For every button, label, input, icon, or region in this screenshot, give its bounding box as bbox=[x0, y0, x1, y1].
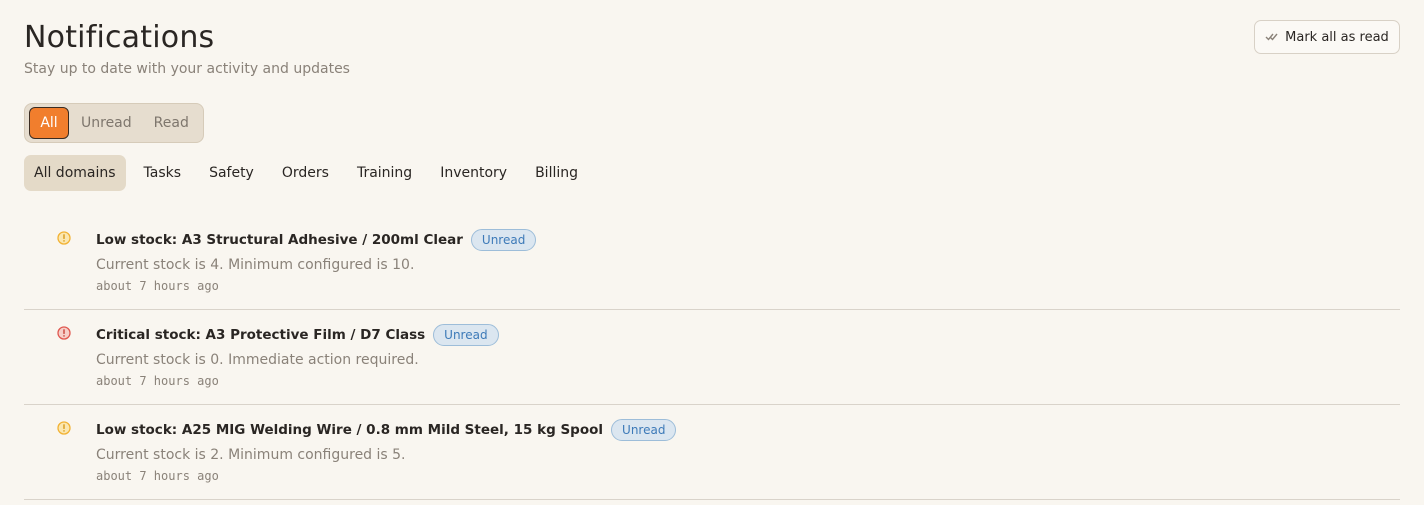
notifications-page: Notifications Stay up to date with your … bbox=[0, 0, 1424, 505]
domain-tasks[interactable]: Tasks bbox=[134, 155, 192, 191]
warning-circle-icon bbox=[57, 421, 71, 435]
domain-orders[interactable]: Orders bbox=[272, 155, 339, 191]
read-filter: All Unread Read bbox=[24, 103, 204, 143]
domain-inventory[interactable]: Inventory bbox=[430, 155, 517, 191]
notification-time: about 7 hours ago bbox=[96, 279, 219, 293]
notification-item[interactable]: Low stock: A3 Structural Adhesive / 200m… bbox=[24, 215, 1400, 310]
notification-title: Low stock: A25 MIG Welding Wire / 0.8 mm… bbox=[96, 422, 604, 438]
unread-badge: Unread bbox=[470, 229, 537, 251]
notification-title: Low stock: A3 Structural Adhesive / 200m… bbox=[96, 232, 463, 248]
filter-read[interactable]: Read bbox=[144, 107, 199, 139]
mark-all-read-label: Mark all as read bbox=[1285, 29, 1389, 45]
notification-message: Current stock is 0. Immediate action req… bbox=[96, 352, 419, 368]
filter-all[interactable]: All bbox=[29, 107, 69, 139]
domain-all[interactable]: All domains bbox=[24, 155, 126, 191]
warning-circle-icon bbox=[57, 231, 71, 245]
domain-safety[interactable]: Safety bbox=[199, 155, 264, 191]
unread-badge: Unread bbox=[611, 419, 677, 441]
notification-item[interactable]: Critical stock: A3 Protective Film / D7 … bbox=[24, 310, 1400, 405]
notification-header: Critical stock: A3 Protective Film / D7 … bbox=[96, 324, 499, 346]
notification-time: about 7 hours ago bbox=[96, 374, 219, 388]
notification-message: Current stock is 2. Minimum configured i… bbox=[96, 447, 406, 463]
notification-item[interactable]: Low stock: A25 MIG Welding Wire / 0.8 mm… bbox=[24, 405, 1400, 500]
double-check-icon bbox=[1265, 33, 1278, 41]
notification-time: about 7 hours ago bbox=[96, 469, 219, 483]
domain-filter: All domains Tasks Safety Orders Training… bbox=[24, 155, 596, 191]
notification-title: Critical stock: A3 Protective Film / D7 … bbox=[96, 327, 426, 343]
mark-all-read-button[interactable]: Mark all as read bbox=[1254, 20, 1400, 54]
domain-billing[interactable]: Billing bbox=[525, 155, 588, 191]
unread-badge: Unread bbox=[433, 324, 499, 346]
critical-circle-icon bbox=[57, 326, 71, 340]
filter-unread[interactable]: Unread bbox=[71, 107, 142, 139]
notification-message: Current stock is 4. Minimum configured i… bbox=[96, 257, 415, 273]
notification-header: Low stock: A25 MIG Welding Wire / 0.8 mm… bbox=[96, 419, 677, 441]
page-subtitle: Stay up to date with your activity and u… bbox=[24, 61, 350, 77]
page-title: Notifications bbox=[24, 20, 215, 55]
notification-list: Low stock: A3 Structural Adhesive / 200m… bbox=[24, 215, 1400, 500]
notification-header: Low stock: A3 Structural Adhesive / 200m… bbox=[96, 229, 537, 251]
domain-training[interactable]: Training bbox=[347, 155, 422, 191]
